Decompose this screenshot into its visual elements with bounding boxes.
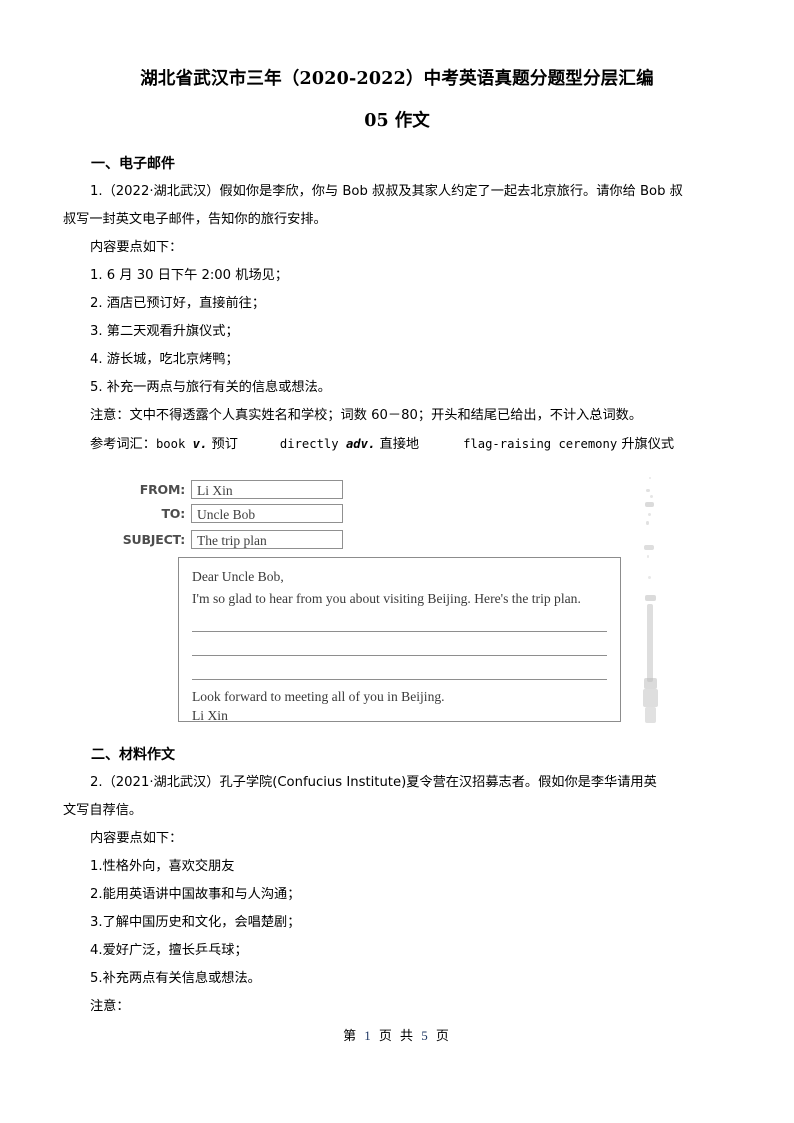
list-item: 2.能用英语讲中国故事和与人沟通； (90, 887, 301, 902)
vocab-word-2: directly (279, 437, 339, 451)
notice-1: 注意：文中不得透露个人真实姓名和学校；词数 60－80；开头和结尾已给出，不计入… (90, 408, 643, 423)
list-item: 2. 酒店已预订好，直接前往； (90, 296, 266, 311)
vocabulary-line: 参考词汇：book v. 预订 directly adv. 直接地 flag-rai… (63, 430, 731, 459)
section-heading-material-writing: 二、材料作文 (91, 747, 175, 763)
points-label-2: 内容要点如下： (90, 831, 183, 846)
vocabulary-label: 参考词汇： (90, 437, 156, 452)
to-field[interactable]: Uncle Bob (191, 503, 343, 523)
vocab-word-3: flag-raising ceremony (463, 437, 618, 451)
vocab-meaning-1: 预订 (211, 437, 238, 452)
document-page: 湖北省武汉市三年（2020-2022）中考英语真题分题型分层汇编 05 作文 一… (0, 0, 794, 1123)
email-blank-line[interactable] (192, 634, 607, 658)
email-field-row-to: TO: Uncle Bob (63, 503, 353, 523)
email-blank-line[interactable] (192, 610, 607, 634)
footer-total-pages: 5 (421, 1028, 430, 1043)
vocab-meaning-2: 直接地 (379, 437, 420, 452)
list-item: 3.了解中国历史和文化，会唱楚剧； (90, 915, 301, 930)
question-2-intro-line2: 文写自荐信。 (63, 803, 143, 818)
question-1-intro-line1: 1.（2022·湖北武汉）假如你是李欣，你与 Bob 叔叔及其家人约定了一起去北… (90, 184, 683, 199)
footer-prefix: 第 (343, 1029, 359, 1044)
blank-rule (192, 631, 607, 632)
email-blank-line[interactable] (192, 658, 607, 682)
email-field-row-from: FROM: Li Xin (63, 479, 353, 499)
points-label-1: 内容要点如下： (90, 240, 183, 255)
list-item: 3. 第二天观看升旗仪式； (90, 324, 239, 339)
page-title: 湖北省武汉市三年（2020-2022）中考英语真题分题型分层汇编 (140, 69, 654, 89)
list-item: 1. 6 月 30 日下午 2:00 机场见； (90, 268, 289, 283)
list-item: 4. 游长城，吃北京烤鸭； (90, 352, 239, 367)
page-content: 湖北省武汉市三年（2020-2022）中考英语真题分题型分层汇编 05 作文 一… (63, 64, 731, 1021)
blank-rule (192, 655, 607, 656)
email-salutation: Dear Uncle Bob, (192, 569, 284, 584)
list-item: 5. 补充一两点与旅行有关的信息或想法。 (90, 380, 331, 395)
list-item: 4.爱好广泛，擅长乒乓球； (90, 943, 248, 958)
email-body-box[interactable]: Dear Uncle Bob, I'm so glad to hear from… (178, 557, 621, 725)
footer-middle: 页 共 (378, 1029, 416, 1044)
email-closing-line2: Li Xin (192, 708, 228, 723)
list-item: 5.补充两点有关信息或想法。 (90, 971, 261, 986)
email-form-figure: FROM: Li Xin TO: Uncle Bob SUBJECT: The … (63, 473, 731, 727)
vocab-meaning-3: 升旗仪式 (621, 437, 675, 452)
section-heading-email: 一、电子邮件 (91, 156, 175, 172)
from-label: FROM: (139, 481, 185, 497)
page-subtitle: 05 作文 (364, 111, 430, 131)
subject-label: SUBJECT: (122, 531, 185, 547)
from-field[interactable]: Li Xin (191, 479, 343, 499)
notice-2: 注意： (90, 999, 130, 1014)
to-label: TO: (161, 505, 185, 521)
question-2-intro-line1: 2.（2021·湖北武汉）孔子学院(Confucius Institute)夏令… (63, 769, 731, 797)
email-opening: I'm so glad to hear from you about visit… (192, 591, 581, 606)
subject-field[interactable]: The trip plan (191, 529, 343, 549)
email-field-row-subject: SUBJECT: The trip plan (63, 529, 353, 549)
page-footer: 第 1 页 共 5 页 (0, 1025, 794, 1044)
question-1-intro-line2: 叔写一封英文电子邮件，告知你的旅行安排。 (63, 212, 327, 227)
blank-rule (192, 679, 607, 680)
vocab-word-1: book (155, 437, 186, 451)
scan-artifact (641, 473, 667, 725)
question-2-text-a: 2.（2021·湖北武汉）孔子学院(Confucius Institute)夏令… (90, 775, 657, 790)
email-closing-line1: Look forward to meeting all of you in Be… (192, 689, 445, 704)
vocab-pos-2: adv. (345, 437, 376, 451)
email-closing: Look forward to meeting all of you in Be… (192, 687, 607, 725)
footer-current-page: 1 (364, 1028, 373, 1043)
footer-suffix: 页 (435, 1029, 451, 1044)
vocab-pos-1: v. (192, 437, 208, 451)
list-item: 1.性格外向，喜欢交朋友 (90, 859, 235, 874)
